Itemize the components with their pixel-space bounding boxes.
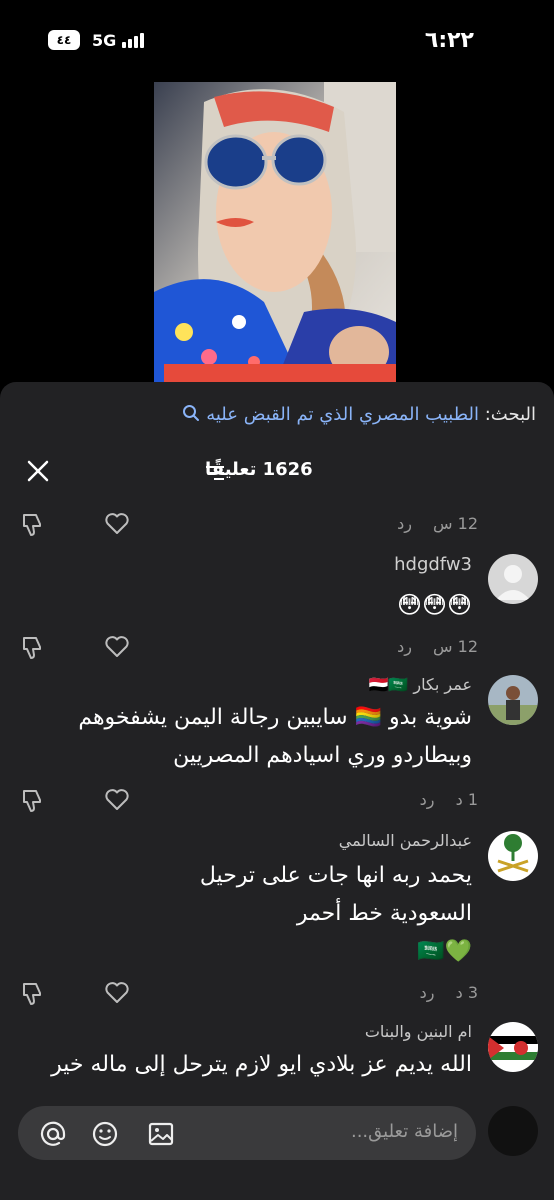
dislike-icon[interactable]: [20, 981, 46, 1007]
comment-input-placeholder: إضافة تعليق...: [350, 1121, 458, 1142]
avatar[interactable]: [488, 675, 538, 725]
reply-button[interactable]: رد: [397, 637, 412, 656]
comment-time: 1 د: [455, 790, 478, 809]
heart-icon[interactable]: [104, 981, 130, 1005]
comments-sheet: البحث: الطبيب المصري الذي تم القبض عليه …: [0, 382, 554, 1200]
video-thumbnail[interactable]: [154, 82, 396, 387]
mention-icon[interactable]: [38, 1119, 68, 1149]
search-query-link[interactable]: الطبيب المصري الذي تم القبض عليه: [206, 404, 479, 425]
battery-icon: ٤٤: [48, 30, 80, 50]
comment-author[interactable]: hdgdfw3: [394, 554, 472, 575]
comment-author[interactable]: عمر بكار 🇾🇪🇸🇦: [368, 675, 472, 694]
dislike-icon[interactable]: [20, 512, 46, 538]
signal-icon: [122, 32, 145, 48]
sort-filter-icon[interactable]: [205, 465, 225, 481]
comment-actions: 12 س رد: [0, 512, 554, 540]
emoji-icon[interactable]: [90, 1119, 120, 1149]
comment-item: hdgdfw3 😳😳😳: [18, 554, 538, 619]
comment-time: 3 د: [455, 983, 478, 1002]
comment-input[interactable]: إضافة تعليق...: [18, 1106, 476, 1160]
comments-header: 1626 تعليقًا: [0, 457, 554, 487]
flag-art-avatar: [488, 1022, 538, 1072]
comment-input-bar: إضافة تعليق...: [0, 1092, 554, 1200]
reply-button[interactable]: رد: [397, 514, 412, 533]
avatar[interactable]: [488, 1022, 538, 1072]
search-prefix: البحث:: [484, 404, 536, 425]
heart-icon[interactable]: [104, 512, 130, 536]
comment-text-line-1: الله يديم عز بلادي ايو لازم يترحل إلى ما…: [51, 1052, 472, 1077]
comment-meta: 12 س رد: [397, 637, 478, 656]
comment-text-line-2: وبيطاردو وري اسيادهم المصريين: [173, 743, 472, 768]
comment-item: ام البنين والبنات الله يديم عز بلادي ايو…: [18, 1022, 538, 1092]
status-time: ٦:٢٢: [424, 28, 474, 53]
comment-text-line-3: 💚🇸🇦: [417, 939, 472, 964]
comment-author[interactable]: ام البنين والبنات: [365, 1022, 472, 1041]
comment-text-line-2: السعودية خط أحمر: [296, 901, 472, 926]
search-suggestion[interactable]: البحث: الطبيب المصري الذي تم القبض عليه: [182, 404, 536, 425]
status-bar: ٤٤ 5G ٦:٢٢: [0, 0, 554, 80]
saudi-emblem-avatar: [488, 831, 538, 881]
comment-text-line-1: يحمد ربه انها جات على ترحيل: [199, 863, 472, 888]
comment-meta: 12 س رد: [397, 514, 478, 533]
author-flags: 🇾🇪🇸🇦: [368, 675, 409, 694]
heart-icon[interactable]: [104, 788, 130, 812]
image-icon[interactable]: [146, 1119, 176, 1149]
user-avatar-button[interactable]: [488, 1106, 538, 1156]
video-frame: [154, 82, 396, 387]
comment-actions: 12 س رد: [0, 635, 554, 663]
comment-text-line-1: شوية بدو 🏳️‍🌈 سايبين رجالة اليمن يشفخوهم: [78, 705, 472, 730]
avatar[interactable]: [488, 831, 538, 881]
reply-button[interactable]: رد: [420, 983, 435, 1002]
comment-meta: 1 د رد: [420, 790, 478, 809]
default-avatar-icon: [488, 554, 538, 604]
reply-button[interactable]: رد: [420, 790, 435, 809]
comment-actions: 3 د رد: [0, 981, 554, 1009]
comment-item: عبدالرحمن السالمي يحمد ربه انها جات على …: [18, 831, 538, 971]
user-photo-avatar: [488, 675, 538, 725]
comment-meta: 3 د رد: [420, 983, 478, 1002]
comment-time: 12 س: [433, 514, 478, 533]
search-icon: [183, 405, 200, 421]
dislike-icon[interactable]: [20, 635, 46, 661]
screen: ٤٤ 5G ٦:٢٢ البحث: الطبيب المصري الذي تم …: [0, 0, 554, 1200]
heart-icon[interactable]: [104, 635, 130, 659]
network-type: 5G: [92, 30, 117, 50]
avatar[interactable]: [488, 554, 538, 604]
comment-author[interactable]: عبدالرحمن السالمي: [339, 831, 472, 850]
comment-actions: 1 د رد: [0, 788, 554, 816]
comment-text: 😳😳😳: [396, 591, 472, 619]
comment-time: 12 س: [433, 637, 478, 656]
author-name: عمر بكار: [413, 675, 472, 694]
status-indicators: ٤٤ 5G: [48, 30, 145, 50]
close-icon[interactable]: [24, 457, 52, 485]
dislike-icon[interactable]: [20, 788, 46, 814]
comment-item: عمر بكار 🇾🇪🇸🇦 شوية بدو 🏳️‍🌈 سايبين رجالة…: [18, 675, 538, 775]
